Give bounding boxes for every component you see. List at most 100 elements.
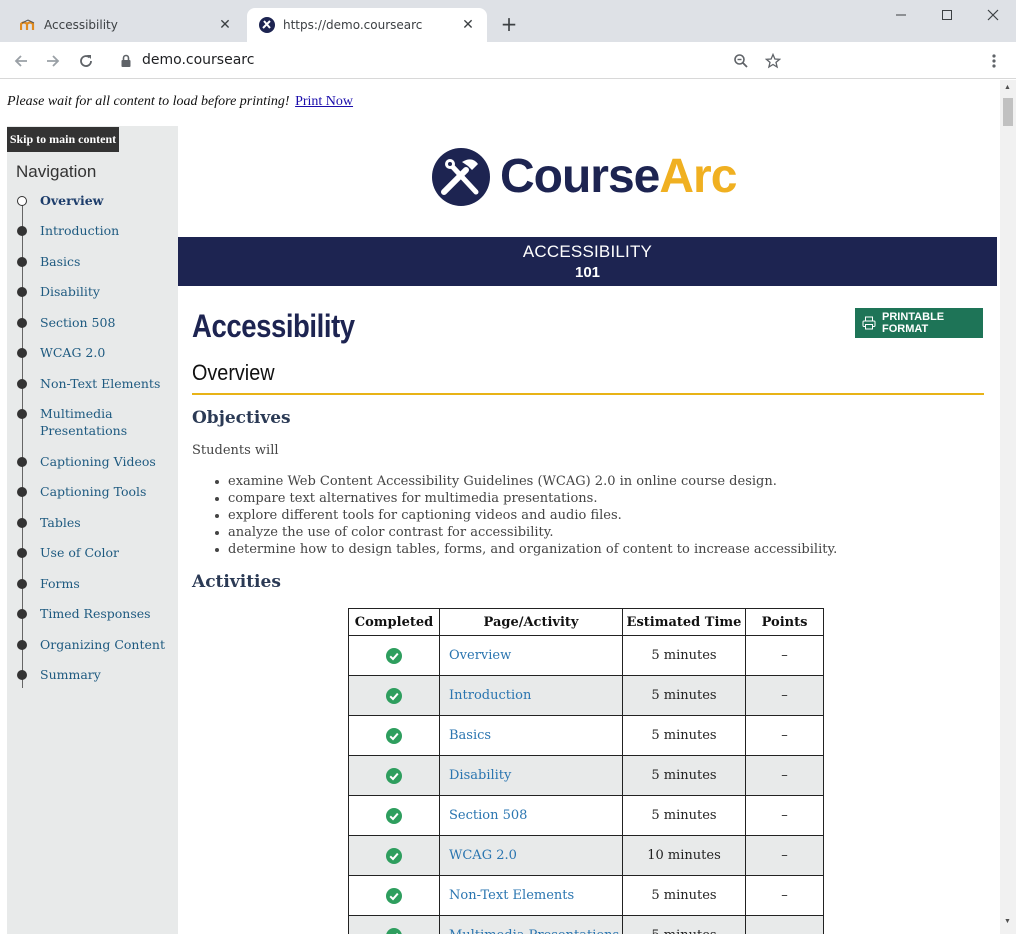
activity-link[interactable]: Multimedia Presentations: [439, 915, 623, 934]
address-bar[interactable]: demo.coursearc: [142, 52, 254, 68]
browser-tab-accessibility[interactable]: Accessibility ✕: [8, 8, 244, 42]
completed-check-icon: [386, 887, 402, 904]
table-row: Introduction 5 minutes –: [348, 675, 824, 716]
sidebar-item-label: Section 508: [40, 315, 116, 330]
print-now-link[interactable]: Print Now: [295, 94, 353, 109]
completed-cell: [348, 795, 440, 836]
sidebar-item-timed-responses[interactable]: Timed Responses: [16, 605, 176, 622]
sidebar-item-section-508[interactable]: Section 508: [16, 314, 176, 331]
sidebar-item-basics[interactable]: Basics: [16, 253, 176, 270]
step-marker-icon: [17, 287, 27, 297]
step-marker-icon: [17, 579, 27, 589]
tab-title: https://demo.coursearc: [283, 18, 423, 32]
completed-check-icon: [386, 687, 402, 704]
browser-tab-coursearc[interactable]: https://demo.coursearc ✕: [247, 8, 487, 42]
objective-item: analyze the use of color contrast for ac…: [212, 524, 837, 541]
moodle-favicon-icon: [20, 17, 36, 33]
sidebar-item-label: Forms: [40, 576, 80, 591]
page-subtitle: Overview: [192, 360, 275, 385]
close-tab-icon[interactable]: ✕: [459, 16, 477, 34]
sidebar-item-use-of-color[interactable]: Use of Color: [16, 544, 176, 561]
step-marker-icon: [17, 609, 27, 619]
column-header: Page/Activity: [439, 608, 623, 636]
printable-format-button[interactable]: PRINTABLE FORMAT: [855, 308, 983, 338]
completed-check-icon: [386, 927, 402, 934]
sidebar-item-tables[interactable]: Tables: [16, 514, 176, 531]
maximize-icon[interactable]: [924, 0, 970, 30]
sidebar-item-disability[interactable]: Disability: [16, 283, 176, 300]
objective-item: explore different tools for captioning v…: [212, 507, 837, 524]
sidebar-item-label: Introduction: [40, 223, 120, 238]
sidebar-item-organizing-content[interactable]: Organizing Content: [16, 636, 176, 653]
sidebar-item-label: Use of Color: [40, 545, 120, 560]
activity-link[interactable]: Overview: [439, 635, 623, 676]
sidebar-item-label: Captioning Videos: [40, 454, 156, 469]
objectives-intro: Students will: [192, 443, 279, 458]
completed-cell: [348, 835, 440, 876]
vertical-scrollbar[interactable]: ▲ ▼: [1000, 80, 1016, 934]
scroll-down-icon[interactable]: ▼: [1004, 918, 1011, 925]
estimated-time-cell: 5 minutes: [622, 915, 746, 934]
estimated-time-cell: 5 minutes: [622, 755, 746, 796]
points-cell: –: [745, 915, 824, 934]
sidebar-item-summary[interactable]: Summary: [16, 666, 176, 683]
activity-link[interactable]: Disability: [439, 755, 623, 796]
sidebar-item-label: Non-Text Elements: [40, 376, 161, 391]
points-cell: –: [745, 675, 824, 716]
logo-wordmark: CourseArc: [500, 146, 737, 208]
sidebar-item-label: Summary: [40, 667, 101, 682]
printable-format-label: PRINTABLE FORMAT: [882, 311, 945, 335]
completed-check-icon: [386, 767, 402, 784]
sidebar-item-label: Tables: [40, 515, 81, 530]
minimize-icon[interactable]: [878, 0, 924, 30]
banner-number: 101: [574, 264, 601, 281]
close-tab-icon[interactable]: ✕: [216, 16, 234, 34]
activity-link[interactable]: Introduction: [439, 675, 623, 716]
reload-icon[interactable]: [74, 49, 98, 73]
logo-part1: Course: [500, 150, 660, 203]
printer-icon: [862, 316, 876, 330]
browser-tabstrip: Accessibility ✕ https://demo.coursearc ✕…: [0, 0, 1016, 42]
window-close-icon[interactable]: [970, 0, 1016, 30]
sidebar-item-captioning-tools[interactable]: Captioning Tools: [16, 483, 176, 500]
completed-check-icon: [386, 727, 402, 744]
activity-link[interactable]: Non-Text Elements: [439, 875, 623, 916]
bookmark-star-icon[interactable]: [761, 49, 785, 73]
new-tab-icon[interactable]: +: [498, 12, 520, 36]
step-marker-icon: [17, 348, 27, 358]
sidebar-item-label: Basics: [40, 254, 81, 269]
column-header: Estimated Time: [622, 608, 746, 636]
step-marker-icon: [17, 379, 27, 389]
completed-cell: [348, 915, 440, 934]
objective-item: determine how to design tables, forms, a…: [212, 541, 837, 558]
points-cell: –: [745, 835, 824, 876]
forward-arrow-icon[interactable]: [41, 49, 65, 73]
step-marker-icon: [17, 487, 27, 497]
page-title: Accessibility: [192, 308, 355, 344]
sidebar-item-wcag-2-0[interactable]: WCAG 2.0: [16, 344, 176, 361]
sidebar-item-forms[interactable]: Forms: [16, 575, 176, 592]
activity-link[interactable]: WCAG 2.0: [439, 835, 623, 876]
print-notice-text: Please wait for all content to load befo…: [7, 94, 290, 109]
browser-menu-icon[interactable]: [982, 49, 1006, 73]
activity-link[interactable]: Section 508: [439, 795, 623, 836]
table-row: Basics 5 minutes –: [348, 715, 824, 756]
back-arrow-icon[interactable]: [9, 49, 33, 73]
zoom-icon[interactable]: [729, 49, 753, 73]
sidebar-item-introduction[interactable]: Introduction: [16, 222, 176, 239]
activity-link[interactable]: Basics: [439, 715, 623, 756]
step-marker-icon: [17, 226, 27, 236]
sidebar-item-captioning-videos[interactable]: Captioning Videos: [16, 453, 176, 470]
sidebar-item-multimedia-presentations[interactable]: Multimedia Presentations: [16, 405, 176, 439]
scrollbar-thumb[interactable]: [1003, 98, 1013, 126]
sidebar-item-label: WCAG 2.0: [40, 345, 106, 360]
table-row: WCAG 2.0 10 minutes –: [348, 835, 824, 876]
current-step-marker-icon: [17, 196, 27, 206]
lock-icon[interactable]: [114, 49, 138, 73]
sidebar-item-overview[interactable]: Overview: [16, 192, 176, 209]
points-cell: –: [745, 715, 824, 756]
skip-to-main-link[interactable]: Skip to main content: [7, 127, 119, 152]
sidebar-item-non-text-elements[interactable]: Non-Text Elements: [16, 375, 176, 392]
scroll-up-icon[interactable]: ▲: [1004, 84, 1011, 91]
step-marker-icon: [17, 670, 27, 680]
